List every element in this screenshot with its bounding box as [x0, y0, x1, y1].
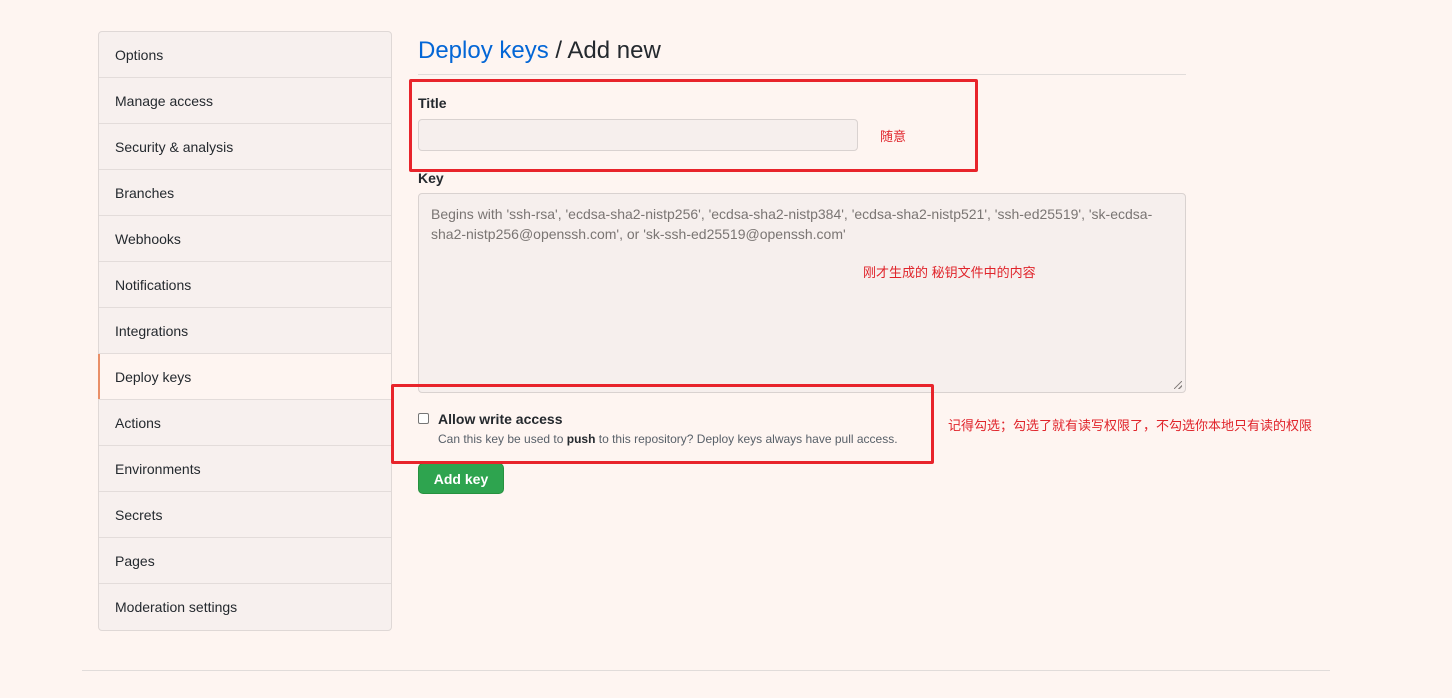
sidebar-item-pages[interactable]: Pages — [99, 538, 391, 584]
sidebar-item-webhooks[interactable]: Webhooks — [99, 216, 391, 262]
sidebar-item-actions[interactable]: Actions — [99, 400, 391, 446]
key-textarea[interactable] — [418, 193, 1186, 393]
page-title-text: Add new — [567, 37, 661, 64]
breadcrumb-deploy-keys-link[interactable]: Deploy keys — [418, 37, 549, 64]
sidebar-item-branches[interactable]: Branches — [99, 170, 391, 216]
sidebar-item-manage-access[interactable]: Manage access — [99, 78, 391, 124]
sidebar-item-integrations[interactable]: Integrations — [99, 308, 391, 354]
title-annotation: 随意 — [880, 129, 907, 144]
add-key-button[interactable]: Add key — [418, 463, 504, 494]
write-access-annotation: 记得勾选；勾选了就有读写权限了，不勾选你本地只有读的权限 — [948, 418, 1313, 433]
sidebar-item-notifications[interactable]: Notifications — [99, 262, 391, 308]
sidebar-item-moderation-settings[interactable]: Moderation settings — [99, 584, 391, 630]
page-title: Deploy keys / Add new — [418, 30, 1186, 75]
allow-write-checkbox[interactable] — [418, 413, 429, 424]
sidebar-item-options[interactable]: Options — [99, 32, 391, 78]
breadcrumb-separator: / — [555, 37, 563, 64]
sidebar-item-deploy-keys[interactable]: Deploy keys — [98, 354, 391, 400]
sidebar-item-secrets[interactable]: Secrets — [99, 492, 391, 538]
footer-divider — [82, 670, 1330, 671]
sidebar-item-environments[interactable]: Environments — [99, 446, 391, 492]
title-label: Title — [418, 95, 447, 111]
key-annotation: 刚才生成的 秘钥文件中的内容 — [863, 265, 1036, 280]
settings-sidebar: Options Manage access Security & analysi… — [98, 31, 392, 631]
sidebar-item-security-analysis[interactable]: Security & analysis — [99, 124, 391, 170]
title-input[interactable] — [418, 119, 858, 151]
deploy-key-form-area: Deploy keys / Add new Title Key Allow wr… — [418, 30, 1186, 494]
allow-write-label[interactable]: Allow write access — [438, 411, 563, 427]
push-emphasis: push — [566, 432, 596, 446]
resize-handle-icon[interactable] — [1174, 381, 1182, 389]
key-label: Key — [418, 170, 444, 186]
allow-write-note: Can this key be used to push to this rep… — [438, 432, 898, 446]
